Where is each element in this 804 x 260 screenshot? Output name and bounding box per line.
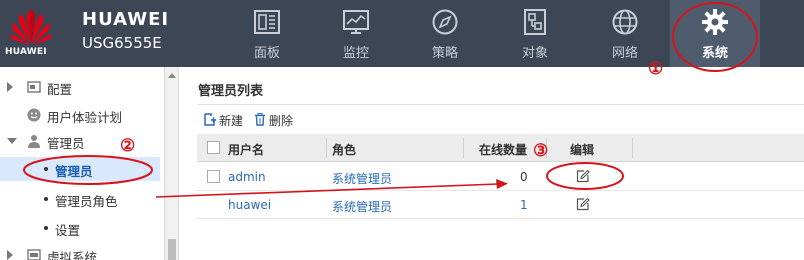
online-count: 0 [520, 170, 528, 184]
expand-arrow-icon[interactable] [7, 250, 13, 260]
table-header: 用户名 角色 在线数量 编辑 [197, 134, 804, 162]
sidebar-item-label: 管理员 [47, 136, 85, 151]
sidebar: 配置 用户体验计划 管理员 管理员 管理员角色 设置 虚拟系统 [0, 67, 165, 260]
device-model: USG6555E [82, 34, 162, 52]
dashboard-icon [254, 10, 280, 34]
nav-policy[interactable]: 策略 [400, 0, 490, 67]
sidebar-item-config[interactable]: 配置 [0, 75, 160, 99]
sidebar-scrollbar[interactable] [165, 67, 179, 260]
object-icon [524, 9, 546, 35]
huawei-logo-icon [10, 10, 52, 45]
new-icon [204, 113, 216, 126]
brand-name: HUAWEI [82, 9, 170, 30]
delete-button-label: 删除 [269, 114, 294, 128]
nav-dashboard-label: 面板 [253, 46, 280, 61]
new-button-label: 新建 [219, 114, 244, 128]
sidebar-item-label: 管理员 [55, 164, 93, 179]
scroll-up-arrow-icon[interactable] [168, 73, 176, 78]
online-count[interactable]: 1 [520, 198, 528, 212]
annotation-number-3: ③ [533, 141, 549, 161]
role-link[interactable]: 系统管理员 [332, 170, 392, 187]
bullet [44, 226, 48, 230]
main-panel: 管理员列表 新建 删除 用户名 角色 在线数量 编辑 admin 系统管理员 0… [180, 67, 804, 260]
sidebar-item-settings[interactable]: 设置 [0, 216, 160, 240]
sidebar-item-admin-role[interactable]: 管理员角色 [0, 187, 160, 211]
column-header-role[interactable]: 角色 [332, 141, 356, 158]
page-title: 管理员列表 [198, 84, 264, 99]
nav-object[interactable]: 对象 [490, 0, 580, 67]
virtual-system-icon [27, 249, 41, 260]
logo-wordmark: HUAWEI [5, 47, 47, 57]
globe-icon [612, 9, 638, 35]
nav-system-label: 系统 [701, 46, 728, 61]
sidebar-item-label: 管理员角色 [55, 194, 118, 209]
user-icon [28, 135, 40, 148]
gear-icon [702, 9, 728, 35]
sidebar-item-label: 设置 [55, 223, 81, 238]
nav-system[interactable]: 系统 [670, 0, 760, 67]
monitor-chart-icon [343, 10, 369, 34]
smiley-icon [27, 108, 41, 122]
new-button[interactable]: 新建 [204, 111, 250, 129]
edit-icon[interactable] [576, 169, 590, 183]
config-icon [27, 81, 41, 93]
column-separator[interactable] [463, 138, 464, 158]
role-link[interactable]: 系统管理员 [332, 198, 392, 215]
column-separator[interactable] [632, 138, 633, 158]
sidebar-item-virtual-system[interactable]: 虚拟系统 [0, 243, 160, 260]
table-row[interactable]: admin 系统管理员 0 [197, 163, 804, 191]
nav-monitor-label: 监控 [342, 46, 369, 61]
nav-policy-label: 策略 [431, 46, 458, 61]
column-header-edit: 编辑 [570, 143, 595, 157]
edit-icon[interactable] [576, 197, 590, 211]
sidebar-item-label: 虚拟系统 [47, 250, 98, 260]
nav-object-label: 对象 [521, 46, 548, 61]
nav-dashboard[interactable]: 面板 [222, 0, 312, 67]
scrollbar-thumb[interactable] [168, 239, 176, 260]
nav-network[interactable]: 网络 [580, 0, 670, 67]
annotation-number-2: ② [120, 136, 136, 156]
annotation-number-1: ① [648, 59, 664, 79]
sidebar-item-label: 用户体验计划 [47, 110, 123, 125]
divider [197, 104, 804, 105]
sidebar-item-label: 配置 [47, 82, 73, 97]
top-header: HUAWEI HUAWEI USG6555E 面板 监控 策略 对象 网络 系统 [0, 0, 804, 67]
bullet [44, 197, 48, 201]
column-header-online-count[interactable]: 在线数量 [479, 141, 527, 158]
expand-arrow-icon[interactable] [7, 82, 13, 92]
column-header-username[interactable]: 用户名 [228, 141, 264, 158]
sidebar-item-administrator[interactable]: 管理员 [0, 157, 160, 181]
bullet [44, 167, 48, 171]
delete-button[interactable]: 删除 [254, 111, 300, 129]
brand-area: HUAWEI HUAWEI USG6555E [0, 0, 230, 67]
username-link[interactable]: huawei [228, 198, 271, 212]
select-all-checkbox[interactable] [207, 141, 220, 154]
username-link[interactable]: admin [228, 170, 266, 184]
compass-icon [432, 9, 458, 35]
column-separator[interactable] [326, 138, 327, 158]
sidebar-item-administrators[interactable]: 管理员 [0, 129, 160, 153]
collapse-arrow-icon[interactable] [7, 138, 17, 144]
sidebar-item-user-experience[interactable]: 用户体验计划 [0, 103, 160, 127]
trash-icon [255, 113, 265, 126]
table-row[interactable]: huawei 系统管理员 1 [197, 191, 804, 219]
nav-monitor[interactable]: 监控 [311, 0, 401, 67]
row-checkbox[interactable] [207, 170, 220, 183]
